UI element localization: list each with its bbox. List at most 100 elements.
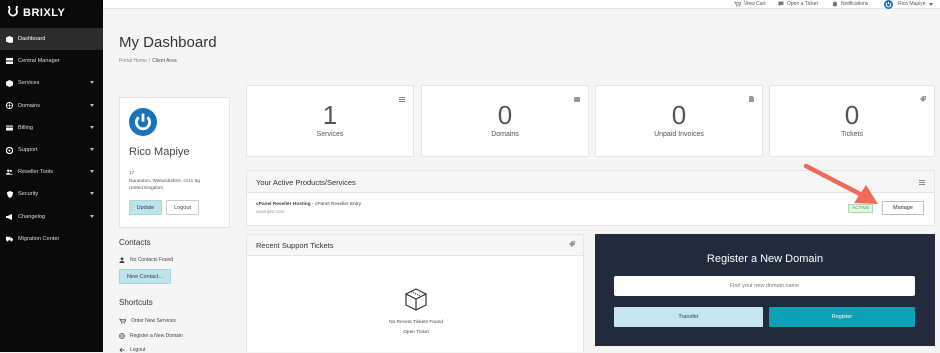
product-plan: - cPanel Reseller Entry — [310, 202, 362, 207]
profile-avatar — [129, 108, 157, 136]
list-icon — [919, 180, 925, 185]
cart-icon — [119, 318, 126, 324]
megaphone-icon — [6, 213, 13, 220]
notifications-label: Notifications — [841, 1, 869, 7]
empty-box-icon — [404, 288, 428, 311]
avatar — [884, 0, 893, 9]
open-ticket-link[interactable]: Open Ticket — [346, 330, 486, 335]
sidebar-item-support[interactable]: Support — [0, 139, 103, 161]
stat-value: 1 — [322, 100, 338, 130]
notifications-link[interactable]: Notifications — [832, 0, 868, 8]
stat-label: Domains — [491, 131, 519, 138]
sidebar-item-billing[interactable]: Billing — [0, 117, 103, 139]
sidebar-item-label: Services — [18, 80, 40, 87]
arrow-left-icon — [119, 347, 125, 353]
chevron-down-icon — [90, 148, 94, 151]
sidebar-item-migration-center[interactable]: Migration Center — [0, 228, 103, 250]
sidebar-item-label: Changelog — [18, 213, 46, 220]
stat-card-invoices[interactable]: 0 Unpaid Invoices — [595, 85, 763, 157]
chevron-down-icon — [928, 2, 933, 6]
address-line: Nuneaton, Warwickshire, cv11 5g — [129, 178, 200, 184]
credit-card-icon — [6, 124, 13, 131]
annotation-arrow-icon — [803, 163, 878, 204]
chevron-down-icon — [90, 125, 94, 129]
stat-card-tickets[interactable]: 0 Tickets — [769, 85, 935, 157]
shortcut-order-services[interactable]: Order New Services — [119, 318, 176, 324]
breadcrumb-current: Client Area — [152, 58, 177, 64]
shortcut-label: Order New Services — [131, 318, 176, 324]
domain-search-input[interactable] — [614, 276, 915, 296]
breadcrumb: Portal Home / Client Area — [119, 58, 177, 64]
chevron-down-icon — [90, 103, 94, 107]
stat-card-services[interactable]: 1 Services — [246, 85, 414, 157]
sidebar-item-label: Security — [18, 191, 39, 198]
manage-button[interactable]: Manage — [882, 201, 924, 215]
comment-icon — [778, 1, 784, 7]
contacts-title: Contacts — [119, 238, 151, 247]
logout-button[interactable]: Logout — [166, 200, 199, 215]
globe-icon — [6, 102, 13, 110]
brixly-logo-icon — [8, 6, 18, 17]
contacts-empty-text: No Contacts Found — [130, 257, 174, 263]
transfer-button[interactable]: Transfer — [614, 307, 763, 327]
chevron-down-icon — [90, 214, 94, 218]
globe-icon — [119, 333, 125, 339]
update-button[interactable]: Update — [129, 200, 162, 215]
user-name: Rico Mapiye — [898, 1, 926, 7]
view-cart-link[interactable]: View Cart — [734, 0, 766, 8]
stat-value: 0 — [671, 100, 687, 130]
sidebar-item-label: Central Manager — [18, 58, 60, 65]
chevron-down-icon — [90, 192, 94, 196]
server-icon — [6, 58, 13, 65]
brand-name: BRIXLY — [23, 7, 66, 19]
bell-icon — [832, 1, 838, 7]
register-button[interactable]: Register — [769, 307, 915, 327]
sidebar-item-label: Migration Center — [18, 235, 60, 242]
shortcuts-title: Shortcuts — [119, 298, 153, 307]
breadcrumb-separator: / — [148, 58, 151, 64]
shortcut-label: Register a New Domain — [130, 333, 183, 339]
sidebar-item-dashboard[interactable]: Dashboard — [0, 28, 103, 50]
new-contact-button[interactable]: New Contact... — [119, 269, 171, 284]
chevron-down-icon — [90, 81, 94, 85]
no-tickets-text: No Recent Tickets Found — [389, 320, 443, 325]
users-icon — [6, 169, 13, 176]
open-ticket-link[interactable]: Open a Ticket — [778, 0, 818, 8]
sidebar-item-label: Domains — [18, 102, 41, 109]
profile-name: Rico Mapiye — [129, 146, 190, 158]
stat-card-domains[interactable]: 0 Domains — [421, 85, 589, 157]
sidebar-item-services[interactable]: Services — [0, 72, 103, 94]
life-ring-icon — [6, 146, 13, 154]
tag-icon — [569, 241, 575, 247]
sidebar-item-security[interactable]: Security — [0, 183, 103, 205]
cube-icon — [6, 79, 13, 87]
stat-value: 0 — [497, 100, 513, 130]
sidebar-item-domains[interactable]: Domains — [0, 95, 103, 117]
contacts-empty: No Contacts Found — [119, 257, 173, 263]
sidebar-item-central-manager[interactable]: Central Manager — [0, 50, 103, 72]
product-line[interactable]: cPanel Reseller Hosting - cPanel Reselle… — [256, 202, 361, 207]
open-ticket-label: Open a Ticket — [787, 1, 818, 7]
register-domain-title: Register a New Domain — [706, 253, 824, 265]
shortcut-register-domain[interactable]: Register a New Domain — [119, 333, 183, 339]
dashboard-icon — [6, 35, 13, 43]
sidebar-item-label: Support — [18, 147, 38, 153]
product-name: cPanel Reseller Hosting — [256, 202, 311, 207]
address-line: 17 — [129, 171, 135, 176]
page-title: My Dashboard — [119, 34, 217, 51]
address-line: United Kingdom — [129, 186, 164, 191]
brand-logo[interactable]: BRIXLY — [6, 4, 65, 22]
user-menu[interactable]: Rico Mapiye — [882, 0, 933, 9]
sidebar-item-changelog[interactable]: Changelog — [0, 206, 103, 228]
sidebar-item-reseller-tools[interactable]: Reseller Tools — [0, 161, 103, 183]
sidebar-item-label: Reseller Tools — [18, 169, 54, 176]
shield-icon — [6, 190, 13, 198]
stat-label: Services — [316, 131, 344, 138]
shortcut-logout[interactable]: Logout — [119, 347, 145, 353]
stat-value: 0 — [844, 100, 860, 130]
stat-label: Unpaid Invoices — [654, 131, 704, 138]
stat-label: Tickets — [841, 131, 863, 138]
breadcrumb-home[interactable]: Portal Home — [119, 58, 147, 64]
chevron-down-icon — [90, 170, 94, 174]
truck-icon — [6, 235, 13, 242]
